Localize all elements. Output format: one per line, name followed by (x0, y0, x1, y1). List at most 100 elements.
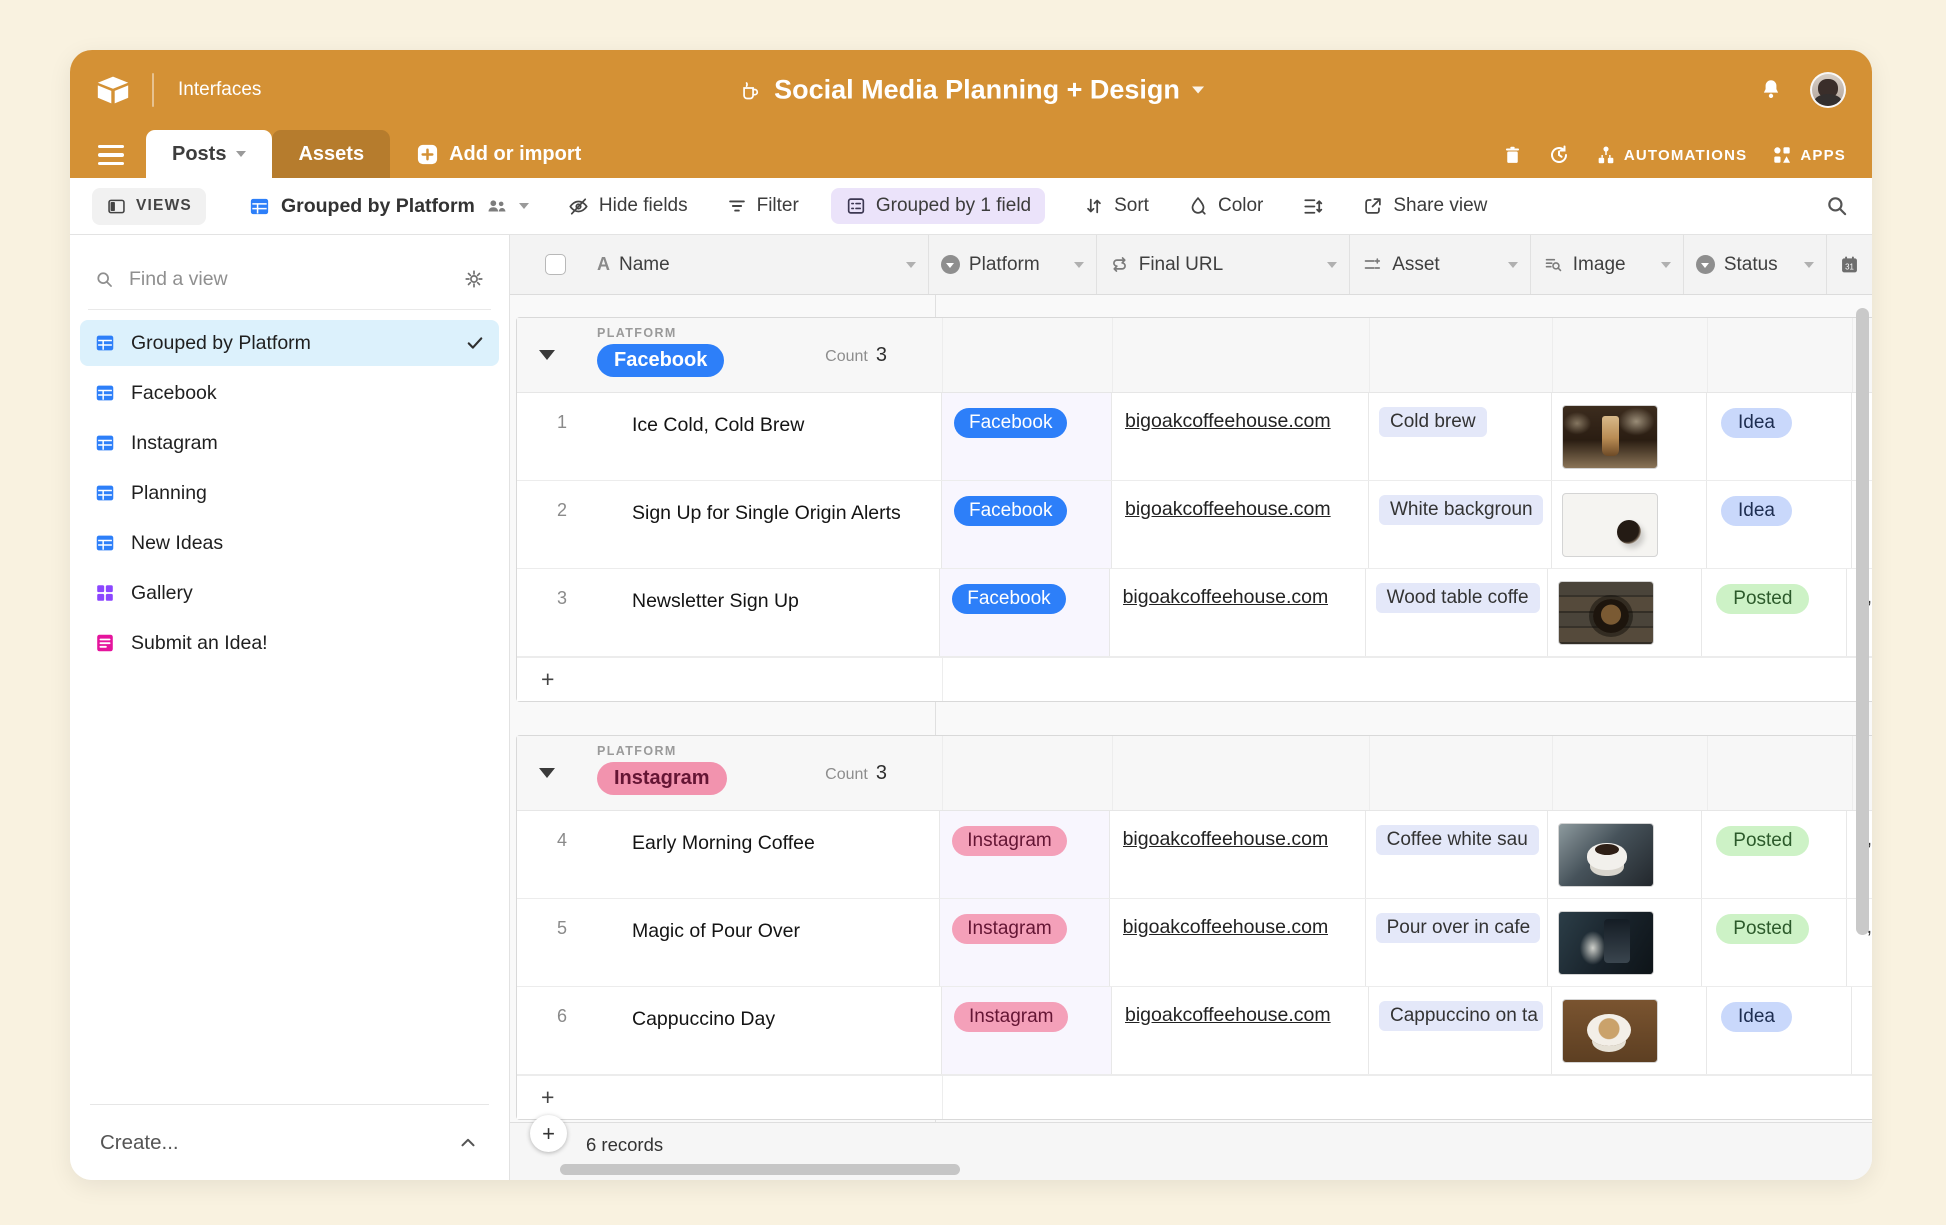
views-button[interactable]: VIEWS (92, 188, 206, 225)
status-cell[interactable]: Idea (1707, 393, 1852, 480)
chevron-down-icon[interactable] (1074, 262, 1084, 268)
platform-cell[interactable]: Instagram (942, 987, 1112, 1074)
add-record-button[interactable]: + (530, 1115, 567, 1152)
column-header-name[interactable]: A Name (510, 235, 929, 294)
url-link[interactable]: bigoakcoffeehouse.com (1123, 828, 1329, 851)
status-cell[interactable]: Posted (1702, 811, 1846, 898)
url-link[interactable]: bigoakcoffeehouse.com (1125, 410, 1331, 433)
url-cell[interactable]: bigoakcoffeehouse.com (1112, 987, 1369, 1074)
platform-cell[interactable]: Instagram (940, 899, 1109, 986)
attachment-thumbnail[interactable] (1562, 405, 1658, 469)
group-button[interactable]: Grouped by 1 field (831, 188, 1045, 224)
status-cell[interactable]: Idea (1707, 481, 1852, 568)
name-cell[interactable]: Newsletter Sign Up (607, 569, 939, 616)
add-or-import-button[interactable]: Add or import (416, 143, 581, 166)
filter-button[interactable]: Filter (726, 195, 799, 217)
vertical-scrollbar[interactable] (1856, 308, 1869, 935)
attachment-thumbnail[interactable] (1558, 823, 1654, 887)
sidebar-item-gallery[interactable]: Gallery (80, 570, 499, 616)
sidebar-item-grouped-by-platform[interactable]: Grouped by Platform (80, 320, 499, 366)
url-cell[interactable]: bigoakcoffeehouse.com (1110, 569, 1366, 656)
asset-cell[interactable]: Cold brew (1369, 393, 1552, 480)
search-button[interactable] (1824, 193, 1850, 219)
color-button[interactable]: Color (1187, 195, 1263, 217)
image-cell[interactable] (1552, 987, 1707, 1074)
create-view-button[interactable]: Create... (90, 1104, 489, 1180)
sidebar-item-new-ideas[interactable]: New Ideas (80, 520, 499, 566)
gear-icon[interactable] (463, 268, 485, 290)
attachment-thumbnail[interactable] (1558, 581, 1654, 645)
name-cell[interactable]: Magic of Pour Over (607, 899, 939, 946)
column-header-platform[interactable]: Platform (929, 235, 1097, 294)
date-cell[interactable] (1852, 987, 1872, 1074)
url-link[interactable]: bigoakcoffeehouse.com (1125, 1004, 1331, 1027)
apps-button[interactable]: APPS (1771, 144, 1846, 166)
asset-cell[interactable]: Wood table coffe (1366, 569, 1548, 656)
group-value-pill[interactable]: Facebook (597, 344, 724, 377)
menu-icon[interactable] (98, 145, 124, 165)
tab-assets[interactable]: Assets (272, 130, 390, 178)
image-cell[interactable] (1552, 393, 1707, 480)
url-cell[interactable]: bigoakcoffeehouse.com (1110, 899, 1366, 986)
view-switcher[interactable]: Grouped by Platform (248, 195, 529, 218)
select-all-checkbox[interactable] (545, 254, 566, 275)
breadcrumb[interactable]: Interfaces (178, 79, 261, 101)
asset-cell[interactable]: Coffee white sau (1366, 811, 1548, 898)
chevron-down-icon[interactable] (1327, 262, 1337, 268)
chevron-down-icon[interactable] (1192, 87, 1204, 94)
platform-cell[interactable]: Facebook (942, 481, 1112, 568)
sidebar-item-facebook[interactable]: Facebook (80, 370, 499, 416)
column-header-final-url[interactable]: Final URL (1097, 235, 1350, 294)
chevron-down-icon[interactable] (906, 262, 916, 268)
image-cell[interactable] (1548, 899, 1702, 986)
image-cell[interactable] (1548, 569, 1702, 656)
trash-icon[interactable] (1502, 144, 1523, 166)
group-value-pill[interactable]: Instagram (597, 762, 727, 795)
user-avatar[interactable] (1810, 72, 1846, 108)
base-title[interactable]: Social Media Planning + Design (738, 75, 1204, 106)
collapse-group-icon[interactable] (539, 768, 555, 778)
url-cell[interactable]: bigoakcoffeehouse.com (1112, 393, 1369, 480)
sidebar-item-instagram[interactable]: Instagram (80, 420, 499, 466)
column-header-image[interactable]: Image (1531, 235, 1684, 294)
chevron-down-icon[interactable] (1508, 262, 1518, 268)
sort-button[interactable]: Sort (1083, 195, 1149, 217)
name-cell[interactable]: Cappuccino Day (607, 987, 941, 1034)
automations-button[interactable]: AUTOMATIONS (1595, 144, 1747, 166)
name-cell[interactable]: Ice Cold, Cold Brew (607, 393, 941, 440)
column-header-date[interactable]: 31 (1827, 235, 1872, 294)
asset-cell[interactable]: Cappuccino on ta (1369, 987, 1552, 1074)
share-view-button[interactable]: Share view (1362, 195, 1487, 217)
airtable-logo-icon[interactable] (96, 75, 130, 105)
column-header-status[interactable]: Status (1684, 235, 1827, 294)
image-cell[interactable] (1552, 481, 1707, 568)
platform-cell[interactable]: Instagram (940, 811, 1109, 898)
url-cell[interactable]: bigoakcoffeehouse.com (1110, 811, 1366, 898)
attachment-thumbnail[interactable] (1562, 493, 1658, 557)
column-header-asset[interactable]: Asset (1350, 235, 1531, 294)
url-link[interactable]: bigoakcoffeehouse.com (1125, 498, 1331, 521)
url-link[interactable]: bigoakcoffeehouse.com (1123, 916, 1329, 939)
asset-cell[interactable]: Pour over in cafe (1366, 899, 1548, 986)
bell-icon[interactable] (1758, 77, 1784, 103)
url-cell[interactable]: bigoakcoffeehouse.com (1112, 481, 1369, 568)
platform-cell[interactable]: Facebook (940, 569, 1109, 656)
status-cell[interactable]: Posted (1702, 569, 1846, 656)
chevron-down-icon[interactable] (1804, 262, 1814, 268)
name-cell[interactable]: Sign Up for Single Origin Alerts (607, 481, 941, 528)
chevron-down-icon[interactable] (1661, 262, 1671, 268)
hide-fields-button[interactable]: Hide fields (567, 195, 688, 218)
add-record-row[interactable]: + (517, 1075, 1872, 1119)
sidebar-item-planning[interactable]: Planning (80, 470, 499, 516)
name-cell[interactable]: Early Morning Coffee (607, 811, 939, 858)
tab-posts[interactable]: Posts (146, 130, 272, 178)
status-cell[interactable]: Posted (1702, 899, 1846, 986)
image-cell[interactable] (1548, 811, 1702, 898)
find-view-input[interactable] (129, 268, 449, 291)
row-height-button[interactable] (1301, 195, 1324, 218)
sidebar-item-submit-an-idea[interactable]: Submit an Idea! (80, 620, 499, 666)
platform-cell[interactable]: Facebook (942, 393, 1112, 480)
horizontal-scrollbar[interactable] (560, 1164, 960, 1175)
url-link[interactable]: bigoakcoffeehouse.com (1123, 586, 1329, 609)
asset-cell[interactable]: White backgroun (1369, 481, 1552, 568)
